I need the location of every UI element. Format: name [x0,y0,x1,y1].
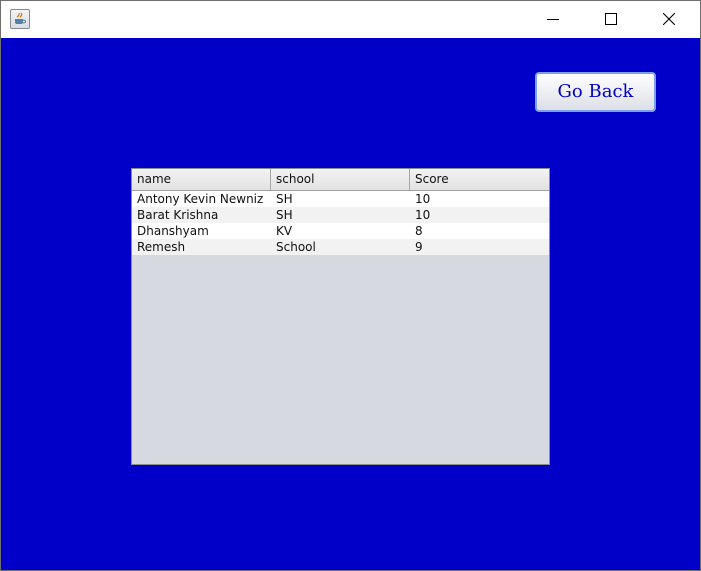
cell-score[interactable]: 10 [410,191,549,207]
column-header-school[interactable]: school [271,169,410,190]
cell-school[interactable]: KV [271,223,410,239]
scores-table[interactable]: name school Score Antony Kevin Newniz SH… [131,168,550,465]
maximize-button[interactable] [583,1,641,38]
table-row[interactable]: Barat Krishna SH 10 [132,207,549,223]
close-button[interactable] [641,1,699,38]
maximize-icon [605,13,617,25]
column-header-name[interactable]: name [132,169,271,190]
close-icon [663,13,675,25]
column-header-score[interactable]: Score [410,169,549,190]
cell-name[interactable]: Dhanshyam [132,223,271,239]
cell-school[interactable]: School [271,239,410,255]
cell-school[interactable]: SH [271,207,410,223]
cell-name[interactable]: Antony Kevin Newniz [132,191,271,207]
cell-score[interactable]: 10 [410,207,549,223]
cell-school[interactable]: SH [271,191,410,207]
table-row[interactable]: Dhanshyam KV 8 [132,223,549,239]
app-window: Go Back name school Score Antony Kevin N… [0,0,701,571]
cell-name[interactable]: Remesh [132,239,271,255]
table-body: Antony Kevin Newniz SH 10 Barat Krishna … [132,191,549,255]
content-panel: Go Back name school Score Antony Kevin N… [1,38,700,570]
table-row[interactable]: Antony Kevin Newniz SH 10 [132,191,549,207]
minimize-icon [547,19,559,20]
table-row[interactable]: Remesh School 9 [132,239,549,255]
java-icon[interactable] [10,9,30,29]
cell-name[interactable]: Barat Krishna [132,207,271,223]
go-back-button[interactable]: Go Back [535,72,656,112]
cell-score[interactable]: 9 [410,239,549,255]
minimize-button[interactable] [525,1,583,38]
cell-score[interactable]: 8 [410,223,549,239]
table-header: name school Score [132,169,549,191]
title-bar [1,1,700,38]
